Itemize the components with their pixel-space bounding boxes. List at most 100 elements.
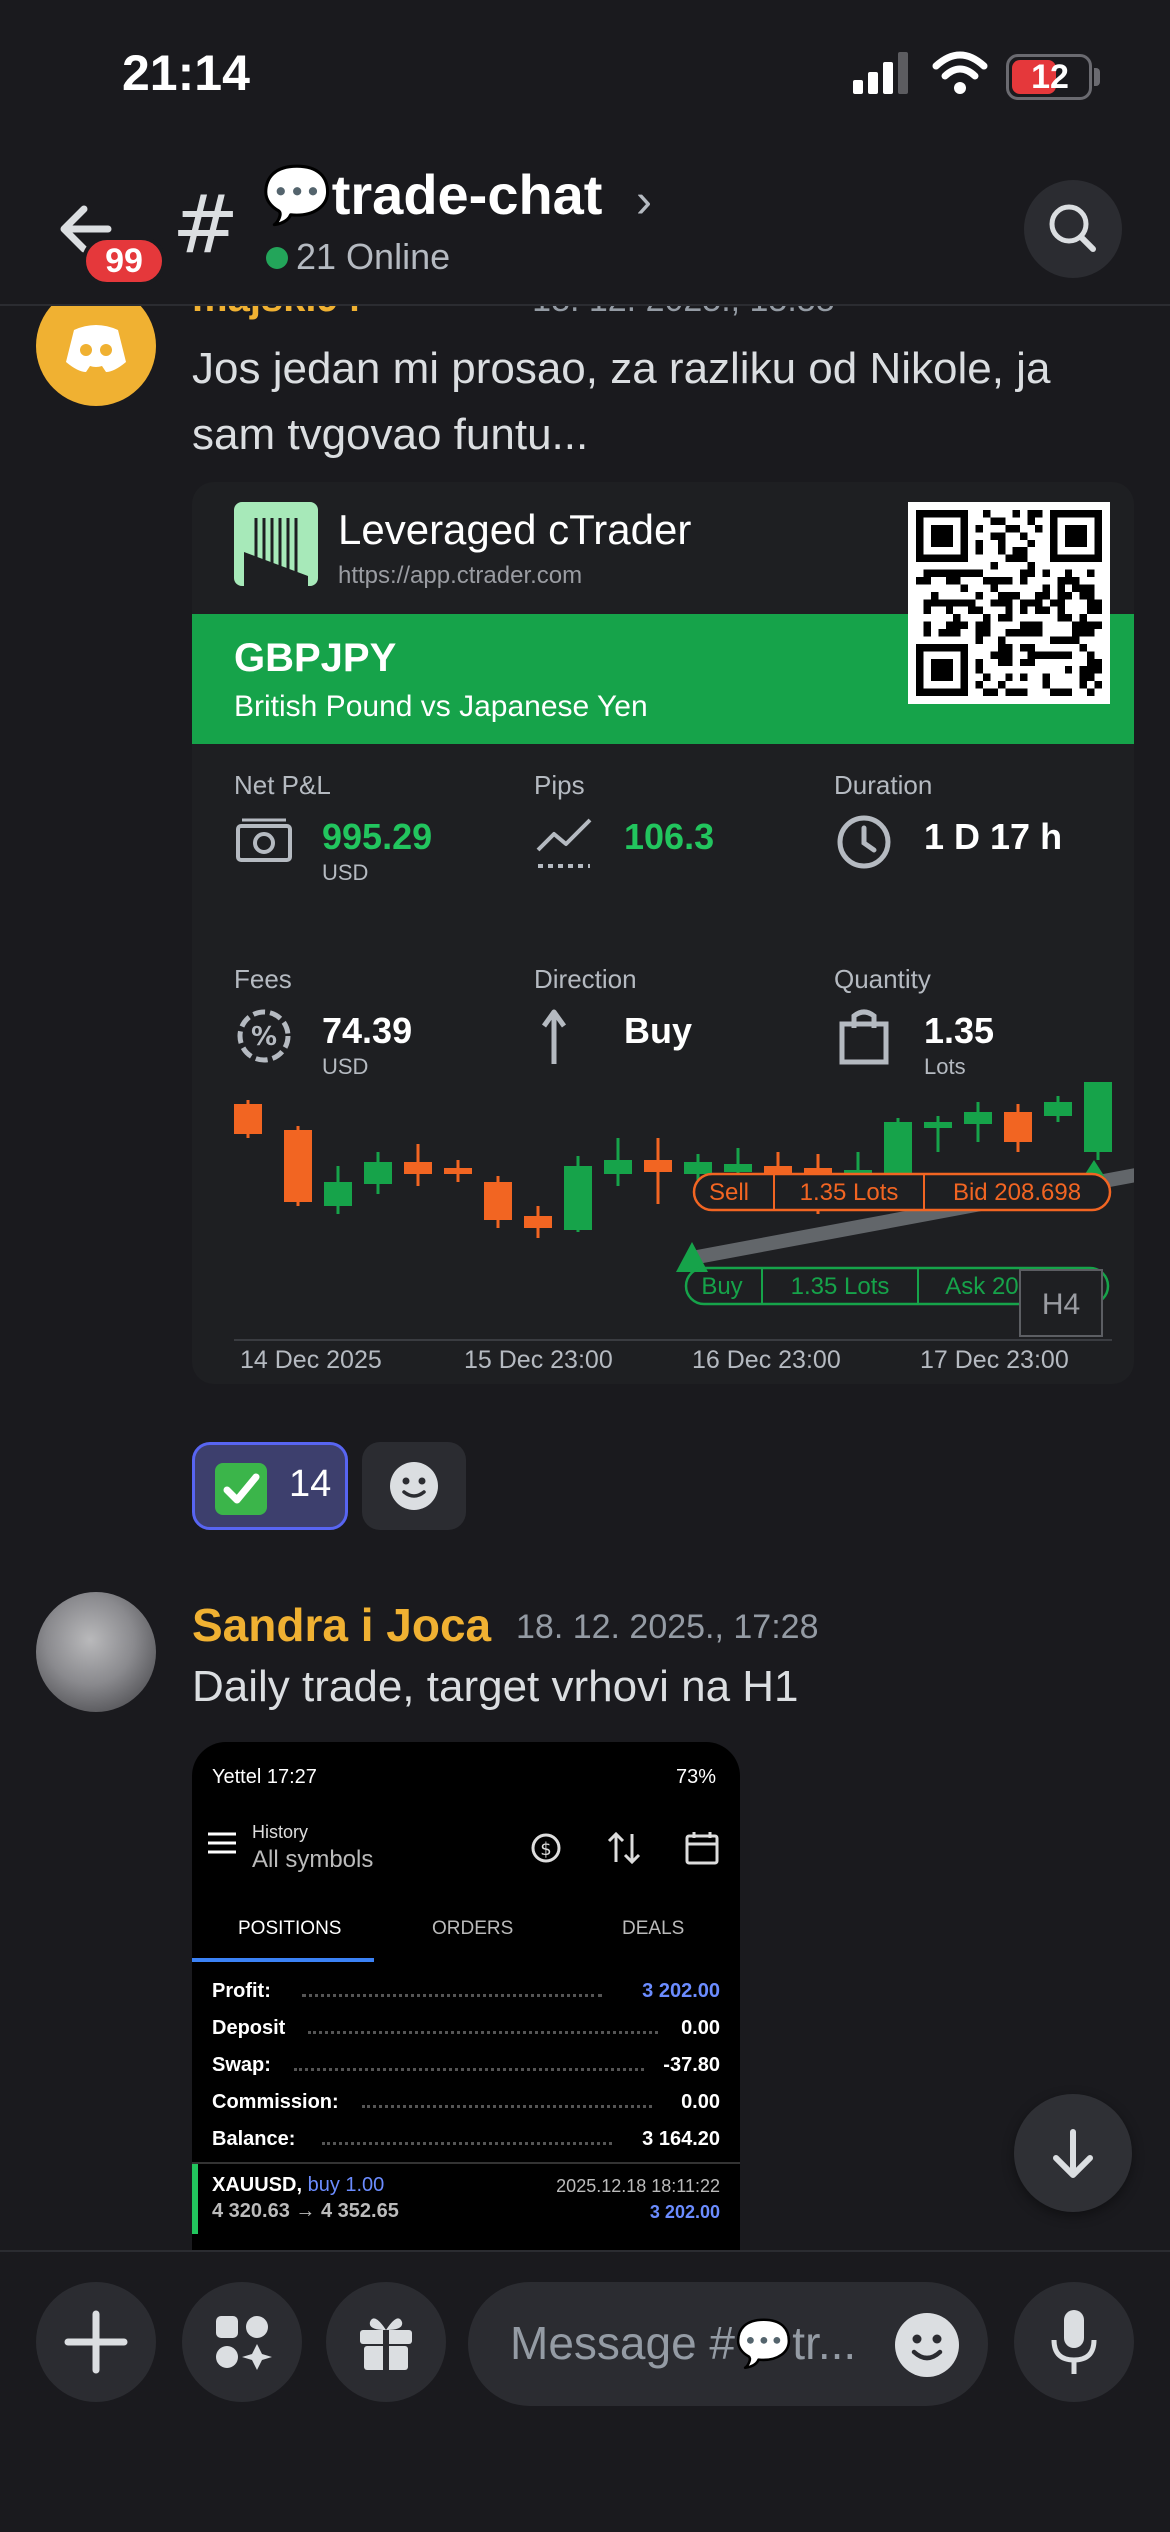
candle [364,1162,392,1184]
qr-code-icon [908,502,1110,704]
checkmark-emoji-icon [215,1463,267,1515]
money-icon [236,818,292,862]
quantity-label: Quantity [834,964,931,994]
list-item: Commission: 0.00 [212,2091,720,2121]
message-composer: Message #💬tr... [0,2250,1170,2532]
row-value: 0.00 [681,2017,720,2039]
quantity-unit: Lots [924,1054,966,1079]
smiley-icon [390,1462,438,1510]
cellular-signal-icon [853,52,908,94]
search-button[interactable] [1024,180,1122,278]
card-url[interactable]: https://app.ctrader.com [338,562,582,590]
battery-level: 12 [1031,58,1069,96]
list-item: Swap: -37.80 [212,2054,720,2084]
message-list[interactable]: majski94 18. 12. 2025., 15:58 Jos jedan … [0,306,1170,2250]
duration-label: Duration [834,770,933,800]
percent-icon: % [237,1009,291,1063]
plus-icon [64,2310,128,2374]
status-time: 21:14 [122,45,250,101]
sell-price: Bid 208.698 [953,1179,1081,1206]
author-name[interactable]: majski94 [192,306,361,320]
buy-lots: 1.35 Lots [791,1273,890,1300]
candle [324,1182,352,1206]
position-profit: 3 202.00 [649,2202,720,2222]
candle [884,1122,912,1174]
position-row: XAUUSD, buy 1.00 4 320.63 → 4 352.65 202… [192,2162,740,2250]
gift-button[interactable] [326,2282,446,2402]
battery-icon: 12 [1006,54,1092,100]
position-side: buy 1.00 [307,2174,385,2196]
add-reaction-button[interactable] [362,1442,466,1530]
gift-icon [360,2318,412,2370]
screenshot-status-left: Yettel 17:27 [212,1766,317,1788]
candle [924,1122,952,1128]
avatar[interactable] [36,306,156,406]
symbol-name: GBPJPY [234,636,397,680]
candle [644,1160,672,1172]
tab-deals: DEALS [622,1918,685,1939]
x-axis-label: 16 Dec 23:00 [692,1346,841,1372]
currency-exchange-icon: $ [531,1833,561,1863]
pips-label: Pips [534,770,585,800]
channel-title[interactable]: 💬trade-chat [262,162,602,228]
wifi-icon [932,51,988,94]
x-axis-label: 15 Dec 23:00 [464,1346,613,1372]
row-key: Swap: [212,2054,271,2076]
quantity-value: 1.35 [924,1010,995,1051]
timeframe-label: H4 [1042,1288,1080,1321]
message-input[interactable]: Message #💬tr... [468,2282,988,2406]
message-author[interactable]: majski94 18. 12. 2025., 15:58 [192,306,835,321]
net-pl-unit: USD [322,860,369,885]
candle [564,1166,592,1230]
reaction-checkmark[interactable]: 14 [192,1442,348,1530]
trend-chart-icon [536,818,592,868]
candle [404,1162,432,1174]
arrow-up-icon [541,1009,567,1064]
sell-side: Sell [709,1179,749,1206]
chevron-right-icon[interactable]: › [636,174,652,229]
shopping-bag-icon [839,1009,889,1065]
candle [964,1112,992,1124]
arrow-down-icon [1053,2129,1093,2178]
discord-logo-icon [66,325,126,372]
apps-button[interactable] [182,2282,302,2402]
avatar[interactable] [36,1592,156,1712]
net-pl-label: Net P&L [234,770,331,800]
direction-value: Buy [624,1010,693,1051]
candle [284,1130,312,1202]
row-value: -37.80 [663,2054,720,2076]
hashtag-icon: # [172,178,240,271]
row-value: 3 202.00 [642,1980,720,2002]
candle [604,1160,632,1174]
message-input-placeholder: Message #💬tr... [510,2317,857,2369]
message-text: Daily trade, target vrhovi na H1 [192,1662,799,1711]
position-symbol: XAUUSD, [212,2174,303,2196]
row-value: 3 164.20 [642,2128,720,2150]
screenshot-history-label: History [252,1822,309,1842]
candle [1004,1112,1032,1142]
candle [1044,1102,1072,1116]
unread-badge: 99 [82,236,166,286]
author-name[interactable]: Sandra i Joca [192,1598,491,1652]
emoji-icon[interactable] [894,2312,960,2378]
list-item: Profit: 3 202.00 [212,1980,720,2010]
svg-text:%: % [251,1022,277,1052]
net-pl-value: 995.29 [322,816,433,857]
clock-icon [837,815,891,869]
symbol-description: British Pound vs Japanese Yen [234,690,648,723]
trade-share-card[interactable]: Leveraged cTrader https://app.ctrader.co… [192,482,1134,1384]
add-attachment-button[interactable] [36,2282,156,2402]
scroll-to-bottom-button[interactable] [1014,2094,1132,2212]
tab-positions: POSITIONS [238,1918,342,1939]
sell-tag: Sell 1.35 Lots Bid 208.698 [692,1172,1112,1212]
candle [234,1104,262,1134]
image-attachment[interactable]: Yettel 17:27 73% History All symbols $ P… [192,1742,740,2250]
message-timestamp: 18. 12. 2025., 15:58 [532,306,834,319]
candlestick-chart: Sell 1.35 Lots Bid 208.698 Buy 1.35 Lots… [234,1082,1134,1372]
apps-icon [216,2316,272,2370]
voice-message-button[interactable] [1014,2282,1134,2402]
position-date: 2025.12.18 18:11:22 [556,2176,720,2196]
list-item: Deposit 0.00 [212,2017,720,2047]
reaction-count: 14 [289,1463,332,1505]
microphone-icon [1051,2310,1097,2374]
